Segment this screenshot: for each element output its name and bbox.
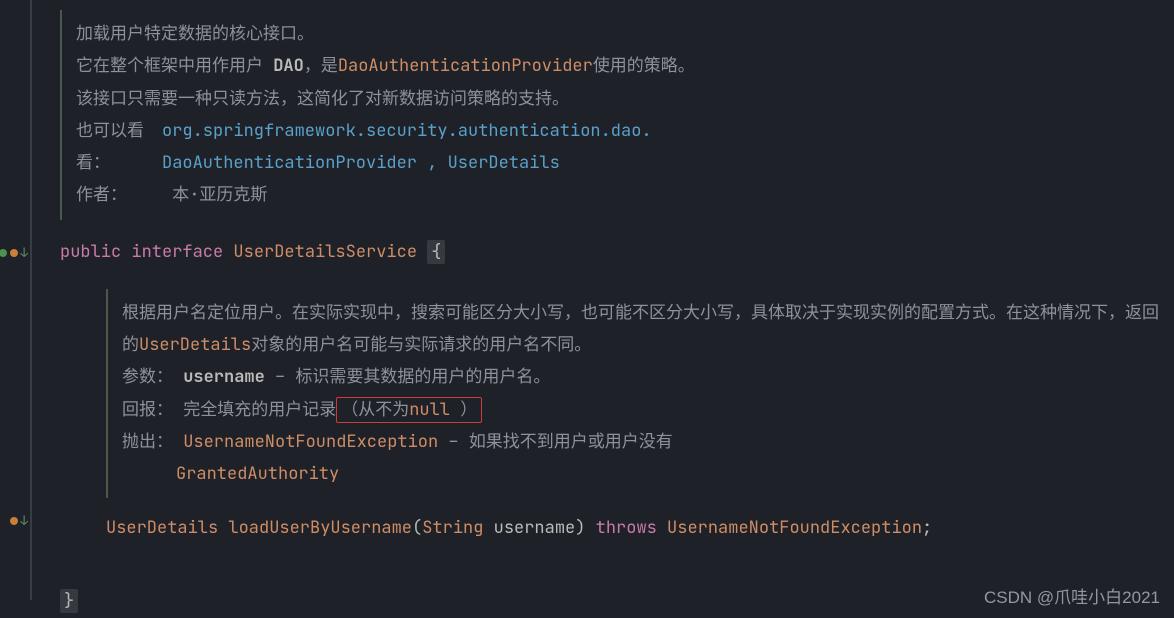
javadoc-method: 根据用户名定位用户。在实际实现中，搜索可能区分大小写，也可能不区分大小写，具体取… — [106, 289, 1174, 499]
highlighted-note: （从不为null ） — [336, 397, 482, 423]
editor-gutter: ↓ ↓ — [0, 0, 32, 600]
doc-see-also: 也可以看看： org.springframework.security.auth… — [76, 115, 1160, 180]
close-brace: } — [60, 589, 78, 613]
interface-declaration: public interface UserDetailsService { — [60, 238, 1174, 267]
method-declaration: UserDetails loadUserByUsername(String us… — [106, 514, 1174, 543]
doc-line: 根据用户名定位用户。在实际实现中，搜索可能区分大小写，也可能不区分大小写，具体取… — [122, 297, 1160, 362]
doc-line: 它在整个框架中用作用户 DAO，是DaoAuthenticationProvid… — [76, 50, 1160, 82]
javadoc-interface: 加载用户特定数据的核心接口。 它在整个框架中用作用户 DAO，是DaoAuthe… — [60, 10, 1174, 220]
doc-param: 参数： username – 标识需要其数据的用户的用户名。 — [122, 361, 1160, 393]
doc-line: 加载用户特定数据的核心接口。 — [76, 18, 1160, 50]
gutter-implements-icon[interactable]: ↓ — [0, 244, 28, 261]
doc-line: 该接口只需要一种只读方法，这简化了对新数据访问策略的支持。 — [76, 83, 1160, 115]
doc-return: 回报： 完全填充的用户记录（从不为null ） — [122, 394, 1160, 426]
csdn-watermark: CSDN @爪哇小白2021 — [984, 583, 1160, 608]
doc-throws: 抛出： UsernameNotFoundException – 如果找不到用户或… — [122, 426, 1160, 491]
gutter-overrides-icon[interactable]: ↓ — [9, 512, 28, 529]
code-editor[interactable]: 加载用户特定数据的核心接口。 它在整个框架中用作用户 DAO，是DaoAuthe… — [40, 0, 1174, 616]
open-brace: { — [427, 240, 445, 264]
doc-author: 作者： 本·亚历克斯 — [76, 179, 1160, 211]
